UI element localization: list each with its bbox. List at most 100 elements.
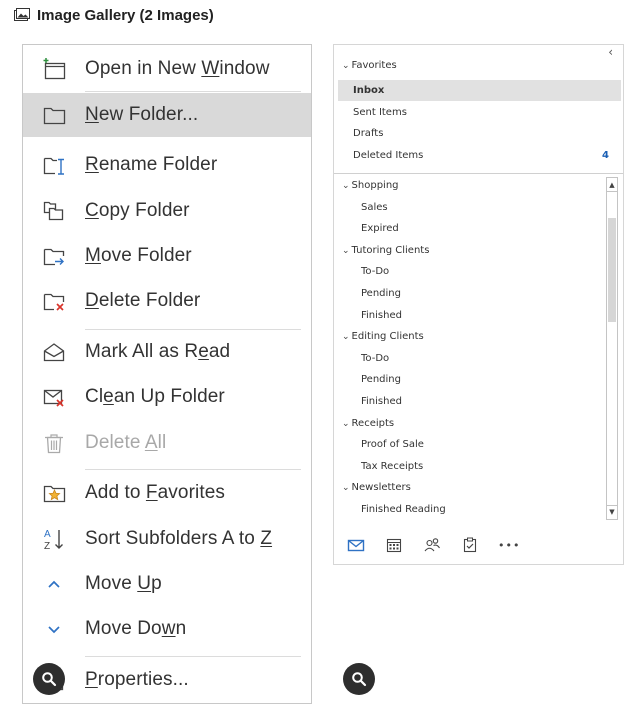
folder-label: Pending — [361, 374, 401, 385]
subfolder-item[interactable]: To-Do — [334, 261, 623, 282]
menu-item-add-to-favorites[interactable]: Add to Favorites — [23, 471, 311, 515]
subfolder-item[interactable]: Tax Receipts — [334, 456, 623, 477]
folder-name: Newsletters — [351, 482, 411, 494]
folder-label: ⌄ Favorites — [342, 60, 397, 71]
unread-count-badge: 4 — [602, 150, 609, 161]
menu-item-delete-folder[interactable]: Delete Folder — [23, 279, 311, 323]
menu-item-copy-folder[interactable]: Copy Folder — [23, 189, 311, 233]
folder-name: Pending — [361, 374, 401, 386]
svg-text:A: A — [44, 529, 51, 540]
menu-item-rename-folder[interactable]: Rename Folder — [23, 143, 311, 187]
favorite-item[interactable]: Inbox — [338, 80, 621, 101]
subfolder-item[interactable]: To-Do — [334, 348, 623, 369]
menu-item-move-down[interactable]: Move Down — [23, 607, 311, 651]
subfolder-item[interactable]: Finished — [334, 305, 623, 326]
chevron-down-icon[interactable]: ⌄ — [342, 419, 350, 429]
chevron-down-icon[interactable]: ⌄ — [342, 246, 350, 256]
menu-text: Move — [85, 573, 138, 594]
subfolder-item[interactable]: Expired — [334, 218, 623, 239]
delete-folder-icon — [43, 293, 65, 311]
chevron-up-icon — [48, 580, 60, 588]
folder-name: Deleted Items — [353, 150, 424, 161]
menu-text: indow — [219, 58, 270, 79]
subfolder-item[interactable]: Pending — [334, 283, 623, 304]
folder-name: Tax Receipts — [361, 460, 424, 472]
menu-item-move-folder[interactable]: Move Folder — [23, 234, 311, 278]
menu-separator — [85, 656, 301, 657]
mail-icon[interactable] — [346, 536, 366, 554]
open-window-icon — [43, 58, 66, 80]
folder-group[interactable]: ⌄ Shopping — [334, 175, 623, 196]
subfolder-item[interactable]: Finished Reading — [334, 499, 623, 520]
access-key: A — [144, 432, 158, 453]
subfolder-item[interactable]: Proof of Sale — [334, 434, 623, 455]
trash-icon — [45, 434, 63, 454]
menu-item-open-new-window[interactable]: Open in New Window — [23, 47, 311, 91]
folder-group[interactable]: ⌄ Editing Clients — [334, 326, 623, 347]
folder-label: ⌄ Newsletters — [342, 482, 411, 493]
tasks-icon[interactable] — [460, 536, 480, 554]
favorite-item[interactable]: Drafts — [334, 123, 623, 144]
menu-item-clean-up-folder[interactable]: Clean Up Folder — [23, 375, 311, 419]
menu-text: an Up Folder — [113, 386, 225, 407]
chevron-down-icon[interactable]: ⌄ — [342, 181, 350, 191]
access-key: W — [201, 58, 220, 79]
folder-name: Finished — [361, 309, 402, 321]
menu-item-new-folder[interactable]: New Folder... — [23, 93, 311, 137]
zoom-button-right[interactable] — [343, 663, 375, 695]
folder-name: Sent Items — [353, 107, 407, 118]
chevron-down-icon[interactable]: ⌄ — [342, 332, 350, 342]
menu-item-label: New Folder... — [85, 104, 198, 126]
folder-name: Editing Clients — [351, 331, 424, 343]
folder-name: Sales — [361, 201, 388, 213]
menu-item-label: Clean Up Folder — [85, 386, 225, 408]
access-key: e — [103, 386, 114, 407]
favorite-item[interactable]: Deleted Items 4 — [334, 145, 623, 166]
calendar-icon[interactable] — [384, 536, 404, 554]
favorites-star-icon — [43, 485, 66, 503]
favorites-header[interactable]: ⌄ Favorites — [334, 55, 623, 76]
folder-group[interactable]: ⌄ Newsletters — [334, 477, 623, 498]
folder-label: Sales — [361, 202, 388, 213]
access-key: F — [145, 482, 158, 503]
subfolder-item[interactable]: Finished — [334, 391, 623, 412]
menu-text: ename Folder — [98, 154, 218, 175]
magnifier-icon — [42, 672, 57, 687]
open-envelope-icon — [43, 343, 65, 362]
folder-name: Inbox — [353, 85, 385, 96]
folder-group[interactable]: ⌄ Receipts — [334, 413, 623, 434]
favorite-item[interactable]: Sent Items — [334, 102, 623, 123]
chevron-down-icon — [48, 626, 60, 634]
menu-item-label: Rename Folder — [85, 154, 217, 176]
menu-text: Mark All as R — [85, 341, 199, 362]
folder-label: ⌄ Shopping — [342, 180, 399, 191]
menu-item-sort-subfolders[interactable]: A Z Sort Subfolders A to Z — [23, 517, 311, 561]
gallery-header: Image Gallery (2 Images) — [14, 4, 214, 26]
menu-text: Sort Subfolders A to — [85, 528, 261, 549]
menu-text: opy Folder — [98, 200, 190, 221]
folder-label: Expired — [361, 223, 399, 234]
access-key: D — [85, 290, 99, 311]
subfolder-item[interactable]: Sales — [334, 197, 623, 218]
folder-name: Favorites — [351, 60, 397, 71]
folder-name: To-Do — [361, 266, 390, 278]
svg-text:Z: Z — [44, 541, 50, 551]
folder-label: Pending — [361, 288, 401, 299]
subfolder-item[interactable]: Pending — [334, 369, 623, 390]
folder-label: Finished — [361, 396, 402, 407]
access-key: w — [161, 618, 176, 639]
menu-text: Move Do — [85, 618, 162, 639]
folder-group[interactable]: ⌄ Tutoring Clients — [334, 240, 623, 261]
move-folder-icon — [43, 248, 65, 266]
zoom-button-left[interactable] — [33, 663, 65, 695]
menu-text: Add to — [85, 482, 146, 503]
people-icon[interactable] — [422, 536, 442, 554]
menu-item-properties[interactable]: Properties... — [23, 658, 311, 702]
chevron-down-icon[interactable]: ⌄ — [342, 61, 350, 71]
more-icon[interactable]: ••• — [498, 539, 520, 552]
navigation-bar: ••• — [334, 527, 623, 563]
folder-label: ⌄ Tutoring Clients — [342, 245, 429, 256]
menu-item-move-up[interactable]: Move Up — [23, 562, 311, 606]
menu-item-mark-all-read[interactable]: Mark All as Read — [23, 330, 311, 374]
chevron-down-icon[interactable]: ⌄ — [342, 483, 350, 493]
